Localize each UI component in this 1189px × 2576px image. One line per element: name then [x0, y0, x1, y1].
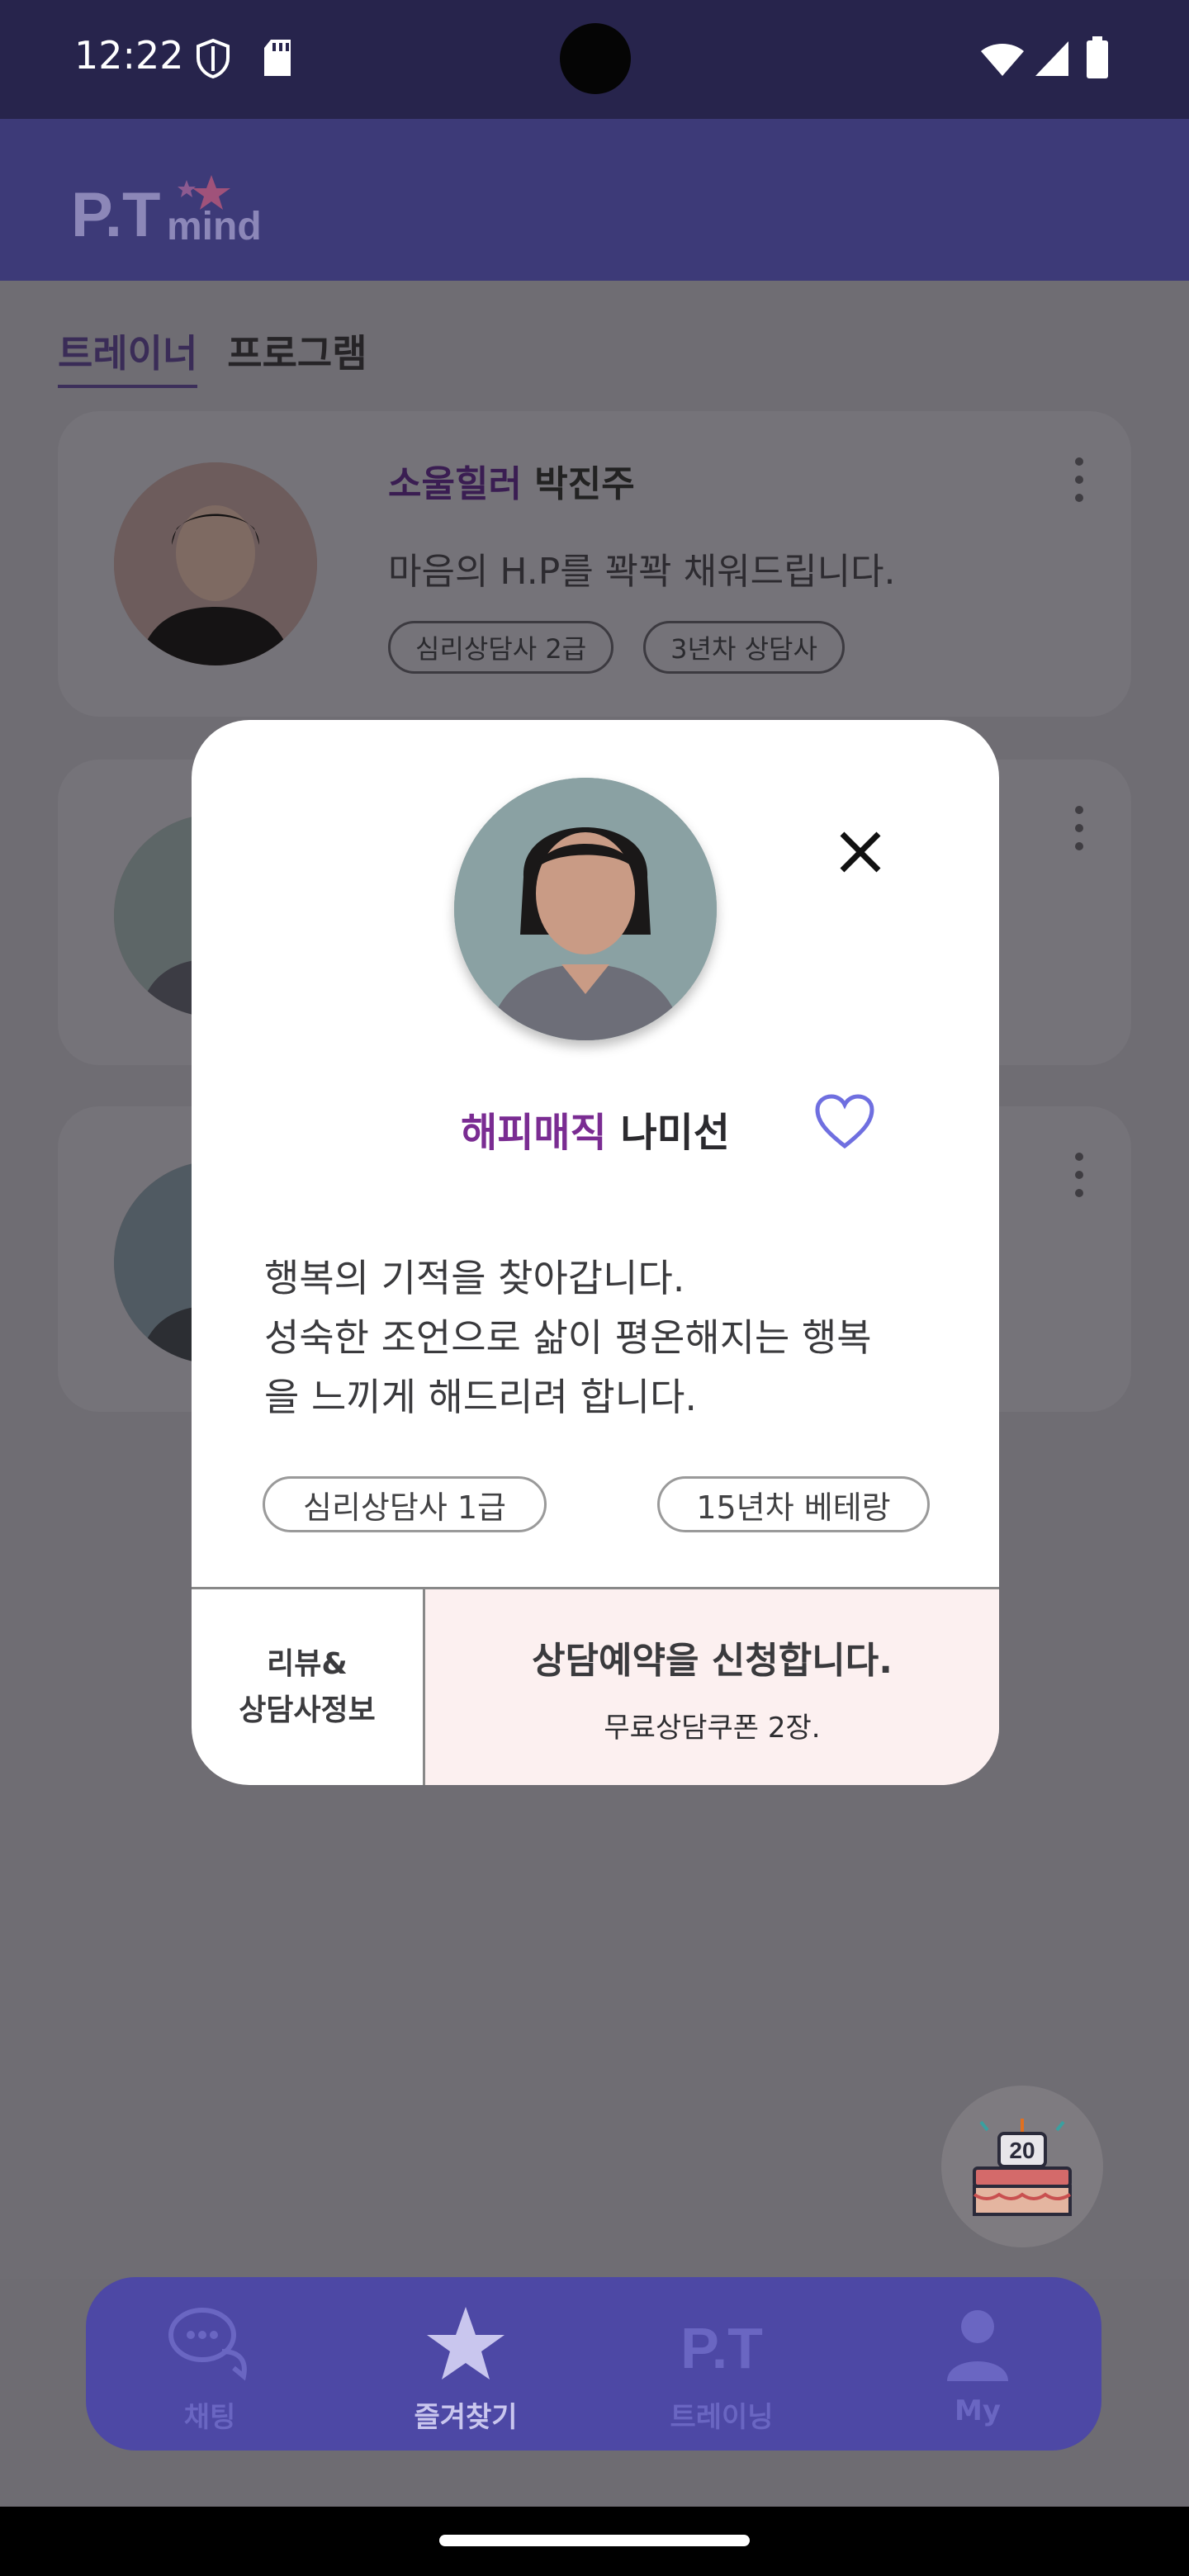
svg-text:mind: mind — [167, 205, 262, 248]
battery-icon — [1087, 36, 1108, 78]
certificate-tag: 심리상담사 1급 — [263, 1476, 547, 1532]
reserve-consultation-button[interactable]: 상담예약을 신청합니다. 무료상담쿠폰 2장. — [425, 1589, 999, 1785]
avatar — [114, 462, 317, 665]
card-title: 소울힐러 박진주 — [388, 454, 635, 507]
card-nickname: 소울힐러 — [388, 463, 522, 505]
nav-item-chat[interactable]: 채팅 — [135, 2302, 284, 2435]
card-tag: 3년차 상담사 — [643, 621, 845, 674]
tab-program[interactable]: 프로그램 — [227, 324, 367, 388]
status-time: 12:22 — [74, 33, 184, 78]
anniversary-fab[interactable]: 20 — [941, 2086, 1103, 2247]
trainer-card[interactable]: 소울힐러 박진주 마음의 H.P를 꽉꽉 채워드립니다. 심리상담사 2급 3년… — [58, 411, 1131, 717]
camera-cutout — [560, 23, 631, 94]
heart-icon — [815, 1094, 874, 1149]
experience-tag: 15년차 베테랑 — [657, 1476, 930, 1532]
description-line: 을 느끼게 해드리려 합니다. — [264, 1375, 698, 1419]
home-gesture-bar[interactable] — [439, 2535, 750, 2546]
card-tag: 심리상담사 2급 — [388, 621, 614, 674]
review-info-button[interactable]: 리뷰& 상담사정보 — [192, 1589, 423, 1785]
logo-star-small-icon — [178, 180, 196, 197]
wifi-icon — [981, 44, 1024, 76]
signal-icon — [1035, 41, 1068, 76]
trainer-detail-modal: 해피매직 나미선 행복의 기적을 찾아갑니다. 성숙한 조언으로 삶이 평온해지… — [192, 720, 999, 1785]
review-label-line2: 상담사정보 — [239, 1693, 376, 1727]
close-button[interactable] — [827, 819, 893, 885]
trainer-description: 행복의 기적을 찾아갑니다. 성숙한 조언으로 삶이 평온해지는 행복 을 느끼… — [264, 1248, 925, 1427]
more-options-icon[interactable] — [1075, 806, 1085, 850]
nav-item-my[interactable]: My — [903, 2302, 1052, 2427]
nav-item-training[interactable]: P.T 트레이닝 — [647, 2302, 796, 2435]
cake-icon: 20 — [973, 2119, 1072, 2216]
svg-text:P.T: P.T — [71, 180, 160, 248]
nav-item-favorites[interactable]: 즐겨찾기 — [391, 2302, 540, 2435]
trainer-nickname: 해피매직 — [461, 1110, 607, 1156]
person-icon — [947, 2310, 1008, 2381]
description-line: 성숙한 조언으로 삶이 평온해지는 행복 — [264, 1315, 872, 1360]
nav-label-chat: 채팅 — [183, 2401, 236, 2434]
card-tags: 심리상담사 2급 3년차 상담사 — [388, 621, 845, 674]
nav-label-training: 트레이닝 — [670, 2401, 774, 2434]
star-icon — [427, 2307, 504, 2379]
description-line: 행복의 기적을 찾아갑니다. — [264, 1256, 685, 1300]
svg-text:20: 20 — [1009, 2138, 1035, 2163]
trainer-realname: 나미선 — [620, 1110, 730, 1156]
bottom-nav: 채팅 즐겨찾기 P.T 트레이닝 My — [86, 2277, 1101, 2451]
more-options-icon[interactable] — [1075, 457, 1085, 502]
app-logo[interactable]: P.T mind — [71, 173, 269, 251]
chat-icon — [168, 2308, 247, 2381]
tab-trainer[interactable]: 트레이너 — [58, 324, 198, 388]
reserve-title: 상담예약을 신청합니다. — [532, 1640, 893, 1682]
favorite-button[interactable] — [814, 1093, 875, 1151]
shield-icon — [197, 38, 230, 79]
sd-card-icon — [264, 40, 291, 76]
trainer-name: 해피매직 나미선 — [192, 1100, 999, 1158]
more-options-icon[interactable] — [1075, 1153, 1085, 1197]
avatar — [454, 778, 717, 1040]
card-name: 박진주 — [534, 463, 635, 505]
svg-text:P.T: P.T — [680, 2316, 763, 2380]
nav-label-my: My — [955, 2394, 1001, 2427]
tab-bar: 트레이너 프로그램 — [58, 324, 367, 388]
card-description: 마음의 H.P를 꽉꽉 채워드립니다. — [388, 551, 896, 593]
pt-icon: P.T — [680, 2316, 763, 2380]
status-bar: 12:22 — [0, 0, 1189, 119]
nav-label-favorites: 즐겨찾기 — [414, 2401, 518, 2434]
close-icon — [840, 831, 881, 873]
coupon-text: 무료상담쿠폰 2장. — [604, 1712, 821, 1745]
review-label-line1: 리뷰& — [267, 1646, 348, 1681]
